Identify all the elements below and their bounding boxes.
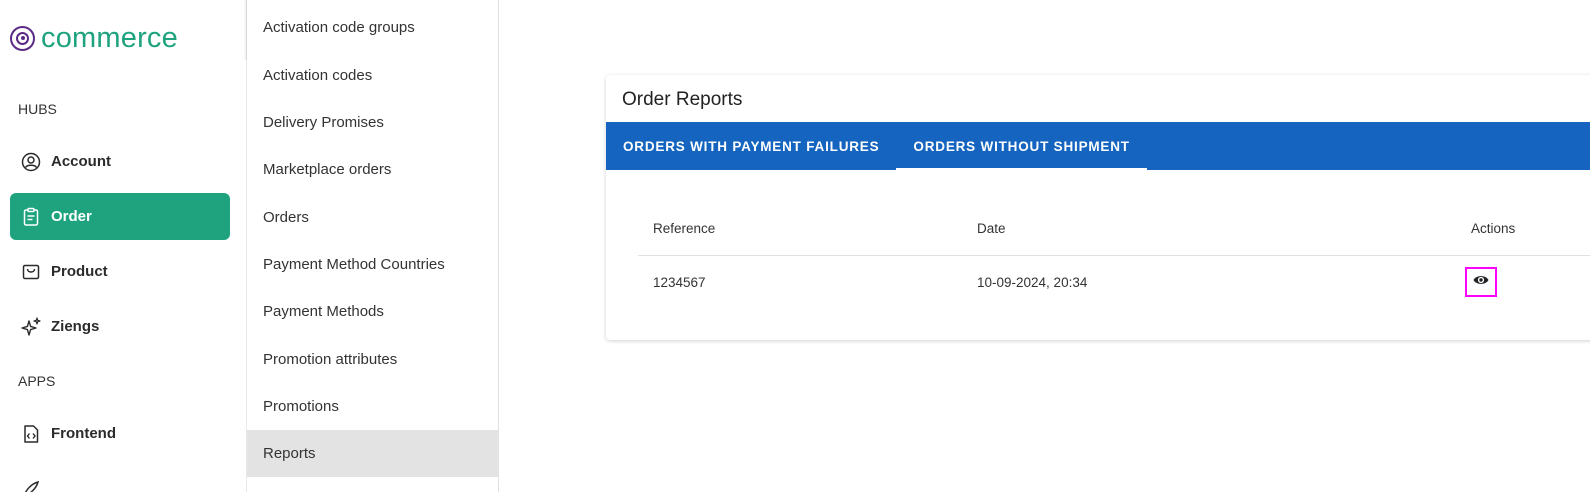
order-submenu: Activation code groups Activation codes …	[243, 0, 499, 492]
sidebar-item-label: Product	[51, 263, 108, 280]
card-title: Order Reports	[622, 89, 743, 110]
sidebar-item-label: Ziengs	[51, 318, 100, 335]
submenu-item-activation-code-groups[interactable]: Activation code groups	[247, 4, 499, 51]
sidebar-item-frontend[interactable]: Frontend	[10, 410, 230, 457]
sidebar-item-label: Order	[51, 208, 92, 225]
cell-date: 10-09-2024, 20:34	[977, 275, 1088, 290]
sidebar-item-account[interactable]: Account	[10, 138, 230, 185]
column-header-reference[interactable]: Reference	[653, 221, 715, 236]
sidebar-item-label: Frontend	[51, 425, 116, 442]
sparkle-icon	[20, 316, 42, 338]
sidebar-item-partial[interactable]	[10, 465, 230, 492]
tab-payment-failures[interactable]: ORDERS WITH PAYMENT FAILURES	[606, 122, 896, 170]
section-label-apps: APPS	[18, 373, 56, 389]
eye-icon	[1473, 273, 1489, 291]
clipboard-icon	[20, 206, 42, 228]
submenu-item-promotion-attributes[interactable]: Promotion attributes	[247, 336, 499, 383]
submenu-item-payment-method-countries[interactable]: Payment Method Countries	[247, 241, 499, 288]
column-header-date[interactable]: Date	[977, 221, 1006, 236]
sidebar-item-order[interactable]: Order	[10, 193, 230, 240]
order-reports-card: Order Reports ORDERS WITH PAYMENT FAILUR…	[606, 75, 1590, 340]
cell-reference: 1234567	[653, 275, 706, 290]
code-file-icon	[20, 423, 42, 445]
header-divider	[638, 255, 1590, 256]
tab-without-shipment[interactable]: ORDERS WITHOUT SHIPMENT	[896, 122, 1148, 170]
column-header-actions: Actions	[1471, 221, 1516, 236]
submenu-item-activation-codes[interactable]: Activation codes	[247, 52, 499, 99]
submenu-item-delivery-promises[interactable]: Delivery Promises	[247, 99, 499, 146]
logo-text: commerce	[41, 22, 178, 54]
submenu-item-reports[interactable]: Reports	[247, 430, 499, 477]
sidebar-item-label: Account	[51, 153, 111, 170]
section-label-hubs: HUBS	[18, 101, 57, 117]
logo[interactable]: commerce	[10, 22, 178, 54]
report-tabs: ORDERS WITH PAYMENT FAILURES ORDERS WITH…	[606, 122, 1590, 170]
sidebar-item-product[interactable]: Product	[10, 248, 230, 295]
sidebar-item-ziengs[interactable]: Ziengs	[10, 303, 230, 350]
main-sidebar: commerce HUBS Account Order Product Zien…	[0, 0, 246, 492]
submenu-item-payment-methods[interactable]: Payment Methods	[247, 288, 499, 335]
submenu-item-marketplace-orders[interactable]: Marketplace orders	[247, 146, 499, 193]
view-order-button[interactable]	[1465, 267, 1497, 297]
logo-mark-icon	[10, 25, 35, 51]
account-circle-icon	[20, 151, 42, 173]
shopping-bag-icon	[20, 261, 42, 283]
submenu-item-promotions[interactable]: Promotions	[247, 383, 499, 430]
submenu-item-orders[interactable]: Orders	[247, 194, 499, 241]
rocket-icon	[20, 478, 42, 492]
